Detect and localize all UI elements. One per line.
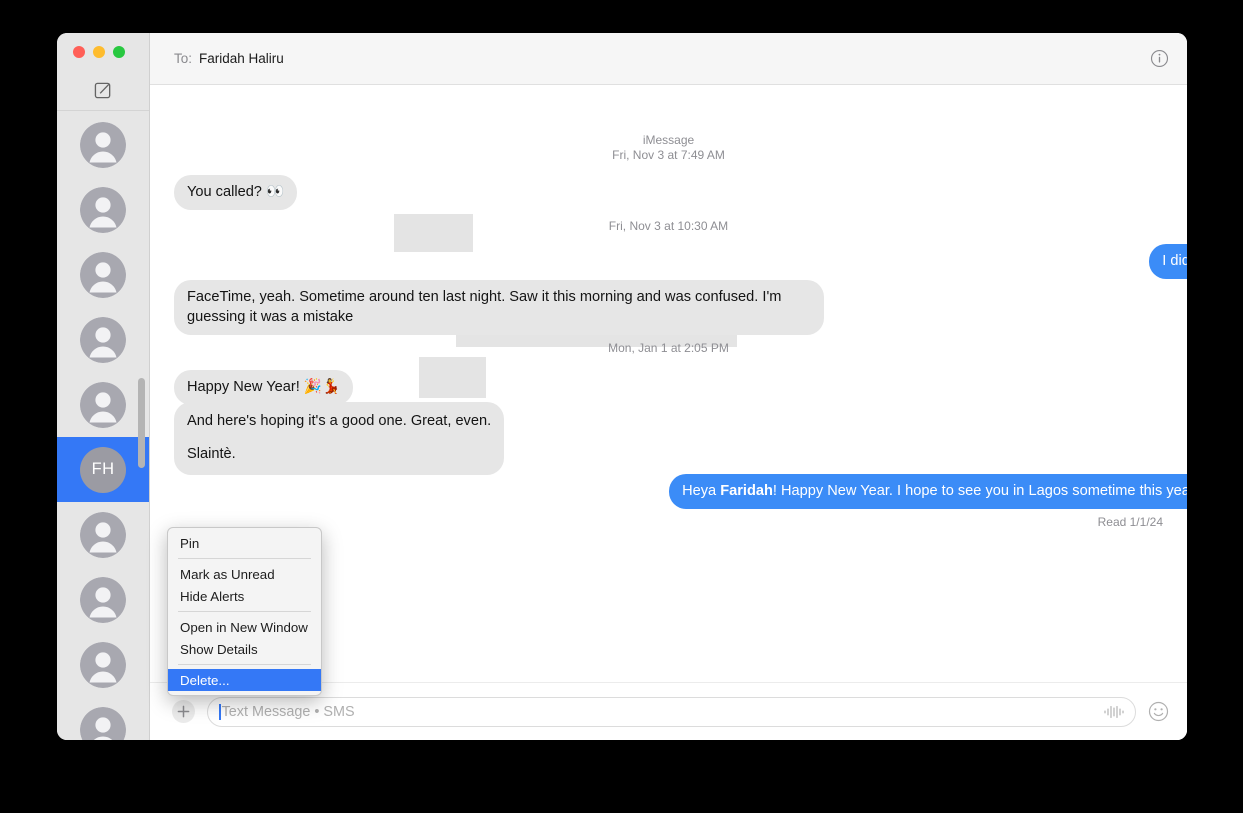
service-label: iMessage (642, 133, 695, 147)
conversation-item[interactable] (57, 697, 149, 740)
maximize-window-button[interactable] (113, 46, 125, 58)
compose-row (57, 71, 149, 111)
conversation-item[interactable] (57, 502, 149, 567)
menu-item-show-details[interactable]: Show Details (168, 638, 321, 660)
message-line: And here's hoping it's a good one. Great… (187, 413, 492, 429)
message-row[interactable]: You called? 👀 (168, 175, 1187, 210)
conversation-item[interactable] (57, 307, 149, 372)
message-bubble-incoming[interactable]: You called? 👀 (168, 175, 298, 210)
timestamp-1: Fri, Nov 3 at 7:49 AM (612, 148, 725, 162)
conversation-item-faridah-haliru[interactable]: FH (57, 437, 149, 502)
message-text-bold: Faridah (720, 483, 773, 499)
message-bubble-incoming[interactable]: And here's hoping it's a good one. Great… (168, 402, 505, 475)
recipient-name[interactable]: Faridah Haliru (199, 51, 284, 66)
conversation-item[interactable] (57, 242, 149, 307)
menu-item-label: Hide Alerts (180, 588, 245, 604)
menu-separator (178, 558, 311, 559)
menu-item-label: Show Details (180, 641, 258, 657)
add-attachment-button[interactable] (172, 700, 195, 723)
info-circle-icon[interactable] (1150, 49, 1169, 68)
menu-item-pin[interactable]: Pin (168, 532, 321, 554)
conversation-item[interactable] (57, 177, 149, 242)
message-line: Slaintè. (187, 446, 236, 462)
compose-icon[interactable] (94, 81, 113, 100)
messages-window: FH To: Faridah Haliru iMessage Fri, Nov … (57, 33, 1187, 740)
menu-item-open-in-new-window[interactable]: Open in New Window (168, 616, 321, 638)
read-receipt: Read 1/1/24 (174, 515, 1163, 529)
message-bubble-incoming[interactable]: FaceTime, yeah. Sometime around ten last… (169, 280, 824, 335)
text-caret (219, 703, 221, 720)
avatar (80, 706, 126, 740)
timestamp-2-wrap: Fri, Nov 3 at 10:30 AM (150, 219, 1187, 234)
menu-item-hide-alerts[interactable]: Hide Alerts (168, 585, 321, 607)
read-receipt-text: Read 1/1/24 (1097, 515, 1163, 529)
menu-separator (178, 611, 311, 612)
message-bubble-outgoing[interactable]: I did? (1149, 244, 1187, 279)
menu-item-label: Pin (180, 535, 200, 551)
conversations-sidebar: FH (57, 33, 150, 740)
timestamp-3-wrap: Mon, Jan 1 at 2:05 PM (150, 341, 1187, 356)
avatar-initials: FH (80, 446, 126, 493)
menu-separator (178, 664, 311, 665)
message-input-wrap[interactable]: Text Message • SMS (207, 696, 1136, 727)
message-bubble-outgoing[interactable]: Heya Faridah! Happy New Year. I hope to … (669, 474, 1187, 509)
to-label: To: (174, 51, 193, 66)
close-window-button[interactable] (73, 46, 85, 58)
avatar (80, 576, 126, 623)
menu-item-mark-as-unread[interactable]: Mark as Unread (168, 563, 321, 585)
message-text-suffix: ! Happy New Year. I hope to see you in L… (772, 483, 1187, 499)
service-timestamp: iMessage Fri, Nov 3 at 7:49 AM (150, 133, 1187, 163)
timestamp-3: Mon, Jan 1 at 2:05 PM (608, 341, 729, 355)
avatar (80, 121, 126, 168)
message-row[interactable]: FaceTime, yeah. Sometime around ten last… (169, 280, 1187, 335)
message-input-placeholder[interactable]: Text Message • SMS (222, 704, 1103, 720)
message-line-spacer (187, 431, 491, 444)
conversation-header: To: Faridah Haliru (150, 33, 1187, 85)
avatar (80, 186, 126, 233)
message-bubble-incoming[interactable]: Happy New Year! 🎉💃 (174, 370, 354, 405)
conversation-item[interactable] (57, 112, 149, 177)
minimize-window-button[interactable] (93, 46, 105, 58)
sidebar-scrollbar[interactable] (138, 378, 145, 468)
window-controls (57, 33, 149, 71)
avatar (80, 381, 126, 428)
message-row[interactable]: And here's hoping it's a good one. Great… (168, 402, 1187, 475)
conversation-item[interactable] (57, 632, 149, 697)
avatar (80, 316, 126, 363)
message-row[interactable]: Happy New Year! 🎉💃 (174, 370, 1187, 405)
conversation-item[interactable] (57, 567, 149, 632)
menu-item-delete[interactable]: Delete... (168, 669, 321, 691)
conversation-context-menu[interactable]: Pin Mark as Unread Hide Alerts Open in N… (167, 527, 322, 696)
menu-item-label: Delete... (180, 672, 230, 688)
emoji-picker-button[interactable] (1148, 701, 1169, 722)
avatar (80, 511, 126, 558)
avatar (80, 251, 126, 298)
menu-item-label: Mark as Unread (180, 566, 275, 582)
conversation-item[interactable] (57, 372, 149, 437)
avatar (80, 641, 126, 688)
timestamp-2: Fri, Nov 3 at 10:30 AM (608, 219, 729, 233)
audio-waveform-icon[interactable] (1103, 705, 1125, 719)
menu-item-label: Open in New Window (180, 619, 308, 635)
message-row[interactable]: Heya Faridah! Happy New Year. I hope to … (174, 474, 1187, 509)
message-text-prefix: Heya (682, 483, 721, 499)
message-row[interactable]: I did? (174, 244, 1187, 279)
conversation-list[interactable]: FH (57, 112, 149, 740)
